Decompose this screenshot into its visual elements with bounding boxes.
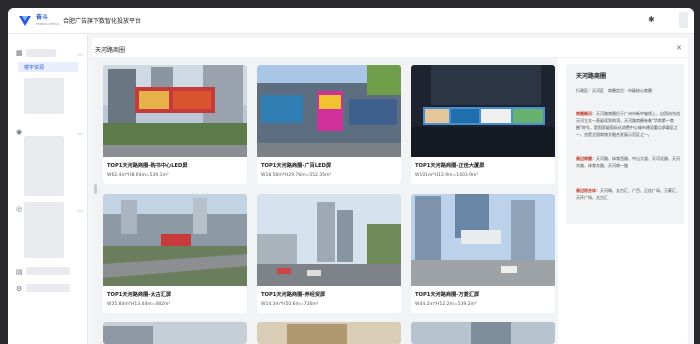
gear-icon: ⚙ <box>16 285 23 293</box>
card-name: TOP1天河路商圈-太古汇屏 <box>107 292 172 298</box>
billboard-photo <box>103 65 247 157</box>
close-icon[interactable]: ✕ <box>676 44 682 52</box>
sidebar-placeholder-1 <box>24 78 64 114</box>
card-size: W101m*H13.9m=1403.9m² <box>415 173 479 178</box>
card-size: W14.3m*H50.6m=726m² <box>261 302 319 307</box>
billboard-card[interactable]: TOP1天河路商圈-购书中心LED屏 W62.4m*H8.64m=539.1m² <box>103 65 247 184</box>
globe-icon: ◎ <box>16 205 23 213</box>
sidebar-item-placeholder[interactable] <box>26 284 70 292</box>
chevron-up-icon[interactable]: ︿ <box>77 205 83 214</box>
billboard-photo <box>103 322 247 344</box>
billboard-photo <box>411 194 555 286</box>
district-meta: 行政区：天河区 商圈定位：市级核心商圈 <box>576 88 652 93</box>
billboard-photo <box>257 322 401 344</box>
card-name: TOP1天河路商圈-养经贸屏 <box>261 292 326 298</box>
panel-title: 天河路商圈 <box>95 47 126 54</box>
chevron-up-icon[interactable]: ︿ <box>77 128 83 137</box>
billboard-card[interactable] <box>257 322 401 344</box>
sidebar: ▦ ︿ 楼宇资源 ◉ ︿ ◎ ︿ ▤ ⚙ <box>8 34 88 344</box>
sidebar-item-label: 楼宇资源 <box>24 65 45 71</box>
district-title: 天河路商圈 <box>576 73 607 80</box>
sidebar-placeholder-3 <box>24 202 64 258</box>
app-title: 合肥广告旗下数智化投放平台 <box>63 18 142 25</box>
card-name: TOP1天河路商圈-万菱汇屏 <box>415 292 480 298</box>
card-name: TOP1天河路商圈-正佳大厦屏 <box>415 163 485 169</box>
card-name: TOP1天河路商圈-广百LED屏 <box>261 163 332 169</box>
billboard-card[interactable]: TOP1天河路商圈-正佳大厦屏 W101m*H13.9m=1403.9m² <box>411 65 555 184</box>
billboard-photo <box>257 194 401 286</box>
billboard-photo <box>103 194 247 286</box>
billboard-card[interactable] <box>411 322 555 344</box>
brand-name: 奋斗 <box>36 14 49 21</box>
billboard-card[interactable]: TOP1天河路商圈-太古汇屏 W35.84m*H13.44m=482m² <box>103 194 247 313</box>
brand-subtitle: FENDOU MEDIA <box>36 22 60 26</box>
eye-icon: ◉ <box>16 128 23 136</box>
landmarks-label: 周边商圈： <box>576 156 596 161</box>
complex-label: 周边综合体： <box>576 188 600 193</box>
scrollbar-thumb[interactable] <box>94 184 97 194</box>
chevron-up-icon[interactable]: ︿ <box>77 49 83 58</box>
card-size: W35.84m*H13.44m=482m² <box>107 302 171 307</box>
brand-logo-icon <box>19 16 31 26</box>
billboard-photo <box>411 322 555 344</box>
card-size: W44.2m*H12.2m=539.2m² <box>415 302 477 307</box>
building-icon: ▦ <box>16 49 23 57</box>
billboard-card[interactable]: TOP1天河路商圈-养经贸屏 W14.3m*H50.6m=726m² <box>257 194 401 313</box>
district-overview: 商圈概况：天河路商圈位于广州市新中轴线上，自西向东由天河立交一直延续到岗顶，天河… <box>576 110 680 138</box>
top-bar: 奋斗 FENDOU MEDIA 合肥广告旗下数智化投放平台 ✱ <box>8 8 694 34</box>
billboard-photo <box>257 65 401 157</box>
card-size: W62.4m*H8.64m=539.1m² <box>107 173 169 178</box>
sidebar-placeholder-2 <box>24 136 64 196</box>
district-complexes: 周边综合体：天河城、太古汇、广百、正佳广场、万菱汇、天环广场、太古汇 <box>576 187 680 201</box>
card-size: W18.56m*H29.76m=552.35m² <box>261 173 332 178</box>
calendar-icon: ▤ <box>16 268 23 276</box>
overview-label: 商圈概况： <box>576 111 596 116</box>
billboard-card[interactable]: TOP1天河路商圈-万菱汇屏 W44.2m*H12.2m=539.2m² <box>411 194 555 313</box>
sidebar-item-placeholder[interactable] <box>26 267 70 275</box>
sidebar-group-label[interactable] <box>26 49 56 57</box>
billboard-card[interactable] <box>103 322 247 344</box>
district-landmarks: 周边商圈：天河路、体育西路、中山大道、天河北路、天河东路、体育东路、天河南一路 <box>576 155 680 169</box>
user-avatar[interactable] <box>679 12 688 28</box>
billboard-photo <box>411 65 555 157</box>
billboard-card[interactable]: TOP1天河路商圈-广百LED屏 W18.56m*H29.76m=552.35m… <box>257 65 401 184</box>
settings-icon[interactable]: ✱ <box>648 15 655 24</box>
card-name: TOP1天河路商圈-购书中心LED屏 <box>107 163 188 169</box>
